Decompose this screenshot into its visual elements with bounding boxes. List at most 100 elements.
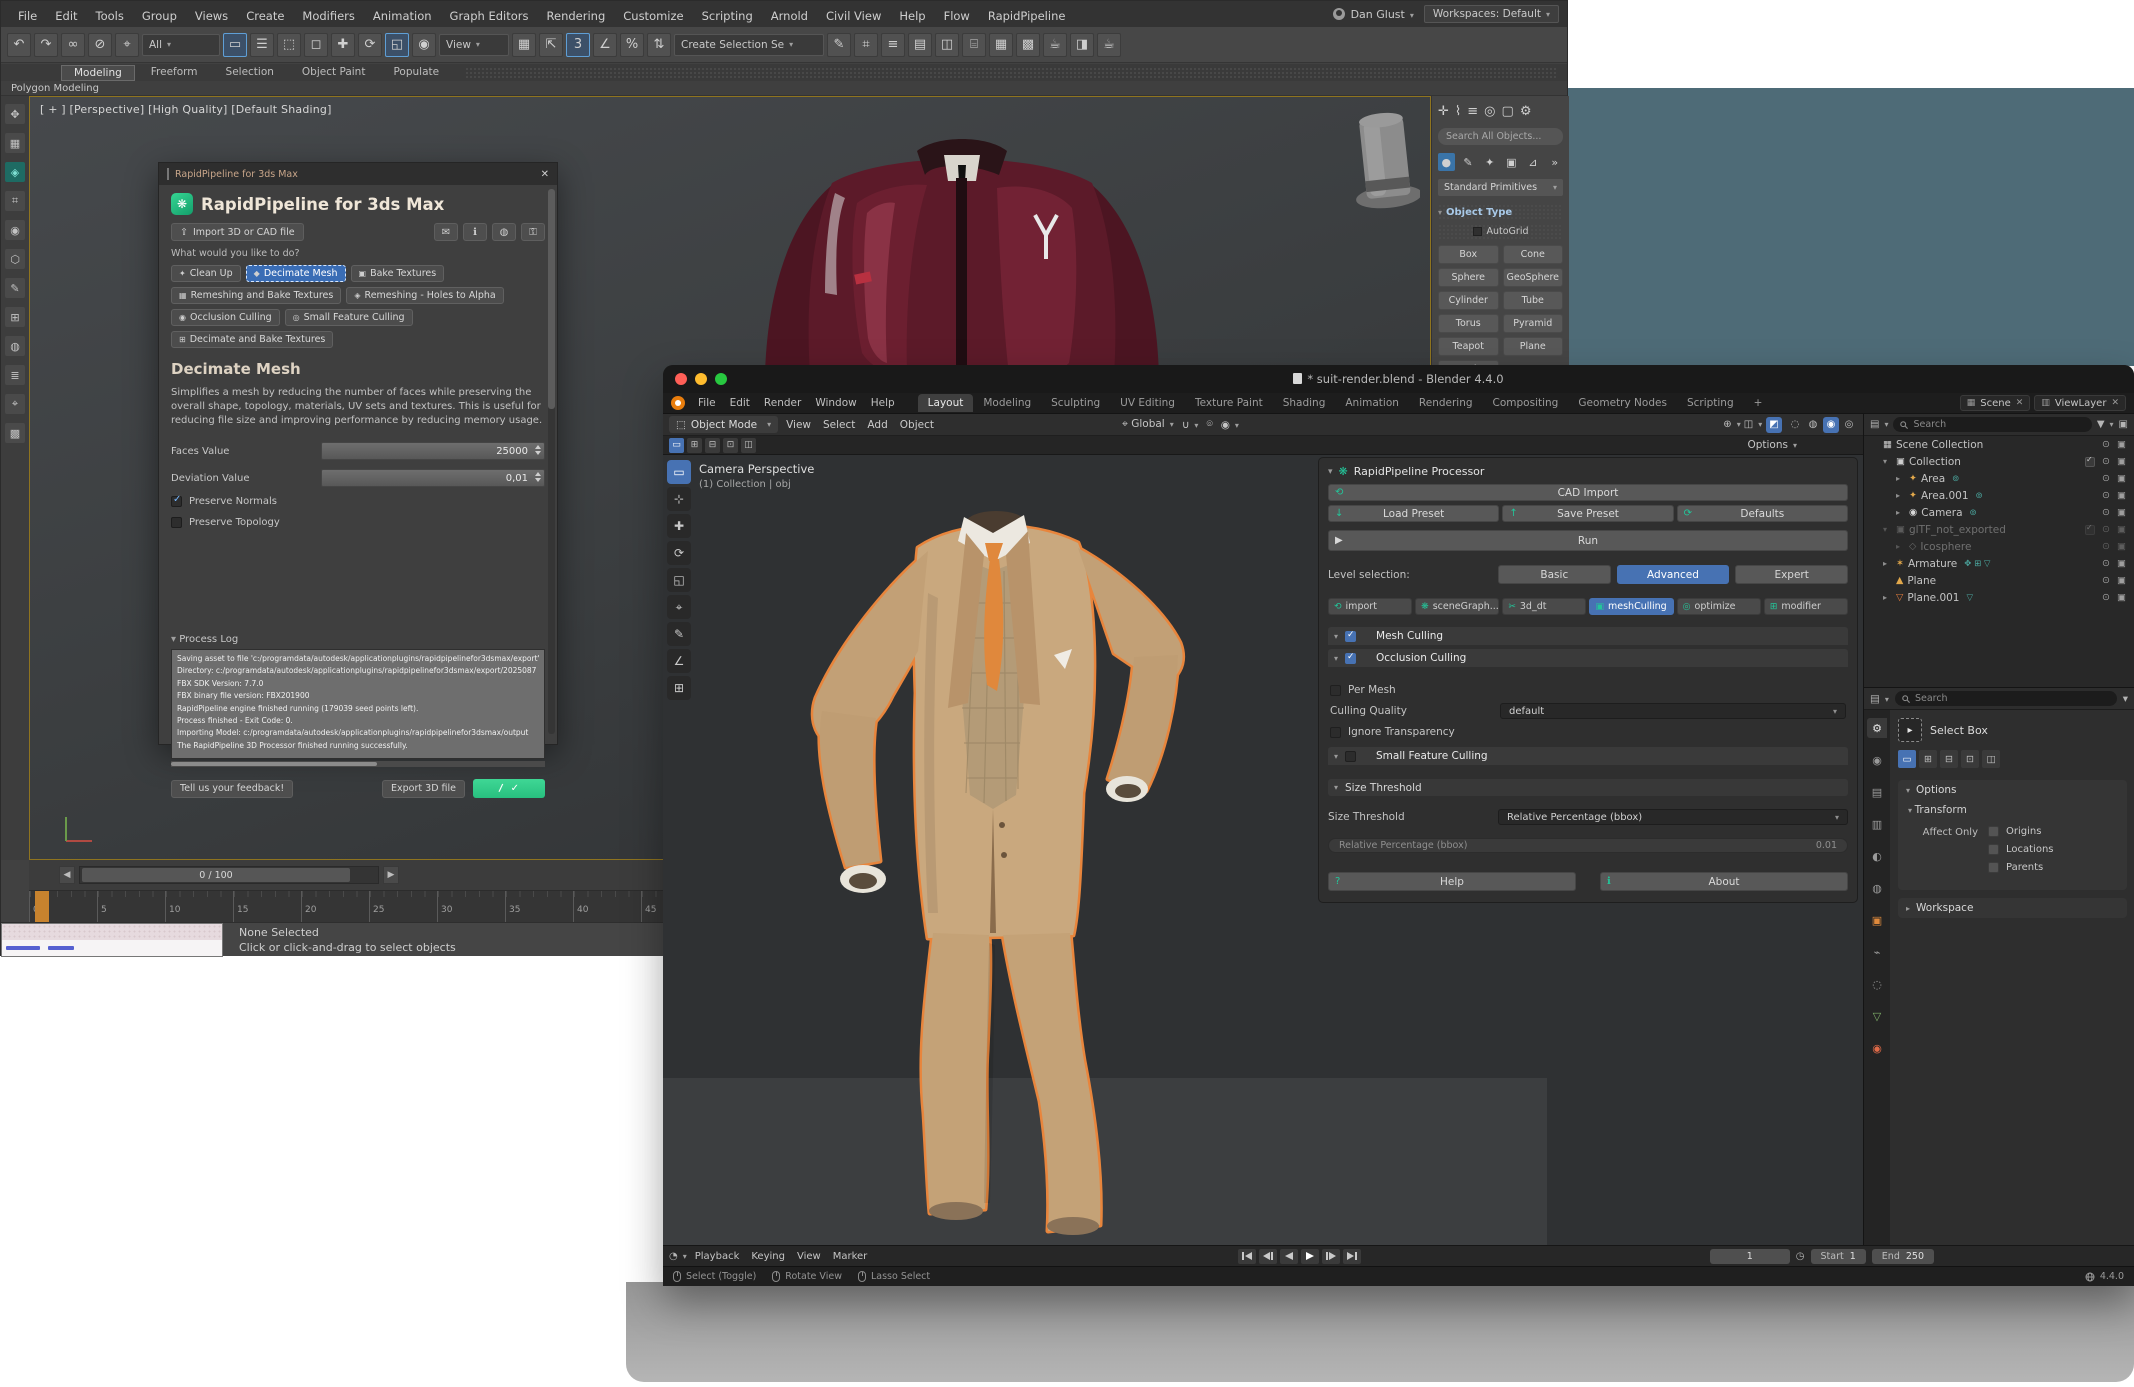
outliner-camera[interactable]: ▸ ◉ Camera ⊚ — [1864, 504, 2134, 521]
rectangular-selection-region-icon[interactable]: ⬚ — [277, 33, 301, 57]
load-preset-button[interactable]: ↓Load Preset — [1328, 505, 1499, 522]
hide-eye-icon[interactable] — [2102, 439, 2110, 450]
mode-subtract[interactable]: ⊟ — [1940, 750, 1958, 768]
info-icon[interactable]: ℹ — [463, 223, 487, 241]
disable-render-icon[interactable] — [2117, 439, 2126, 450]
outliner-icosphere[interactable]: ▸ ◇ Icosphere — [1864, 538, 2134, 555]
hide-eye-icon[interactable] — [2102, 592, 2110, 603]
select-box-tool-icon[interactable]: ▸ — [1898, 718, 1922, 742]
start-frame-field[interactable]: Start1 — [1811, 1249, 1866, 1264]
preserve-checkbox[interactable]: Preserve Normals — [171, 496, 545, 507]
properties-tab-material[interactable]: ◉ — [1867, 1038, 1887, 1058]
select-and-scale-icon[interactable]: ◱ — [385, 33, 409, 57]
blender-menu-item[interactable]: Edit — [723, 397, 757, 409]
enable-section-row[interactable]: ▾ Mesh Culling — [1328, 627, 1848, 645]
properties-search[interactable]: Search — [1895, 691, 2117, 706]
current-frame-marker[interactable] — [35, 891, 49, 922]
disable-render-icon[interactable] — [2117, 524, 2126, 535]
properties-tab-data[interactable]: ▽ — [1867, 1006, 1887, 1026]
workspaces-combo[interactable]: Workspaces: Default — [1424, 5, 1559, 23]
hide-eye-icon[interactable] — [2102, 456, 2110, 467]
redo-icon[interactable]: ↷ — [34, 33, 58, 57]
hide-eye-icon[interactable] — [2102, 507, 2110, 518]
action-chip[interactable]: ◈Remeshing - Holes to Alpha — [346, 287, 503, 304]
display-tab-icon[interactable]: ▢ — [1502, 104, 1514, 119]
log-horizontal-scrollbar[interactable] — [171, 761, 545, 767]
exclude-checkbox[interactable] — [2085, 525, 2095, 535]
timeline-menu-item[interactable]: View — [791, 1251, 827, 1262]
max-menu-item[interactable]: File — [9, 9, 46, 23]
outliner-plane-001[interactable]: ▸ ▽ Plane.001 ▽ — [1864, 589, 2134, 606]
texture-icon[interactable]: ▩ — [5, 423, 25, 443]
outliner-scene-collection[interactable]: ▦ Scene Collection — [1864, 436, 2134, 453]
previous-keyframe-button[interactable] — [1259, 1249, 1277, 1264]
cameras-category-icon[interactable]: ▣ — [1503, 153, 1520, 171]
affect-checkbox[interactable]: Locations — [1988, 844, 2054, 855]
timeline-menu-item[interactable]: Keying — [745, 1251, 791, 1262]
action-chip[interactable]: ◎Small Feature Culling — [285, 309, 413, 326]
viewport-menu-item[interactable]: Add — [861, 419, 893, 431]
hierarchy-tab-icon[interactable]: ≡ — [1467, 104, 1478, 119]
disable-render-icon[interactable] — [2117, 541, 2126, 552]
properties-tab-output[interactable]: ▤ — [1867, 782, 1887, 802]
create-selection-set-combo[interactable]: Create Selection Se — [674, 34, 824, 56]
workspace-tab[interactable]: Geometry Nodes — [1568, 394, 1677, 412]
spinner-snap-icon[interactable]: ⇅ — [647, 33, 671, 57]
config-tab[interactable]: ◎optimize — [1677, 598, 1761, 615]
select-and-rotate-icon[interactable]: ⟳ — [358, 33, 382, 57]
config-tab[interactable]: ▣meshCulling — [1589, 598, 1673, 615]
ribbon-tab[interactable]: Populate — [381, 65, 451, 81]
primitive-button[interactable]: Cylinder — [1438, 291, 1499, 310]
level-button[interactable]: Advanced — [1617, 565, 1730, 584]
current-frame-field[interactable]: 1 — [1710, 1249, 1790, 1264]
max-menu-item[interactable]: Create — [237, 9, 293, 23]
primitive-button[interactable]: Sphere — [1438, 268, 1499, 287]
align-icon[interactable]: ≡ — [881, 33, 905, 57]
dialog-scrollbar[interactable] — [548, 189, 555, 734]
mode-intersect[interactable]: ◫ — [1982, 750, 2000, 768]
select-extend-icon[interactable]: ⊞ — [687, 438, 702, 453]
level-button[interactable]: Expert — [1735, 565, 1848, 584]
blender-viewport[interactable]: ▭⊹✚⟳◱⌖✎∠⊞ Camera Perspective (1) Collect… — [663, 455, 1863, 1245]
pivot-icon[interactable]: ⌖ — [5, 394, 25, 414]
viewport-label[interactable]: [ + ] [Perspective] [High Quality] [Defa… — [40, 103, 332, 116]
primitive-button[interactable]: Tube — [1503, 291, 1564, 310]
command-panel-search[interactable]: Search All Objects... — [1438, 128, 1563, 145]
action-chip[interactable]: ◆Decimate Mesh — [246, 265, 346, 282]
gizmo-dropdown[interactable]: ⊕ — [1724, 417, 1740, 433]
object-type-rollout[interactable]: ▾Object Type — [1438, 204, 1563, 220]
properties-tab-render[interactable]: ◉ — [1867, 750, 1887, 770]
select-subtract-icon[interactable]: ⊟ — [705, 438, 720, 453]
frame-back-button[interactable]: ◀ — [59, 866, 75, 884]
edit-named-selection-sets-icon[interactable]: ✎ — [827, 33, 851, 57]
hide-eye-icon[interactable] — [2102, 575, 2110, 586]
ribbon-tab[interactable]: Modeling — [61, 65, 135, 81]
workspace-tab[interactable]: + — [1744, 394, 1773, 412]
overlays-dropdown[interactable]: ◫ — [1745, 417, 1761, 433]
ribbon-tab[interactable]: Object Paint — [290, 65, 378, 81]
tool-scale[interactable]: ◱ — [667, 568, 691, 592]
editor-type-icon[interactable]: ▤ — [1870, 693, 1889, 705]
primitive-button[interactable]: Box — [1438, 245, 1499, 264]
snap-dropdown[interactable]: ∪ — [1182, 419, 1199, 431]
size-threshold-header[interactable]: ▾Size Threshold — [1328, 779, 1848, 796]
maxscript-mini-listener[interactable] — [1, 923, 223, 957]
viewport-menu-item[interactable]: Select — [817, 419, 861, 431]
hide-eye-icon[interactable] — [2102, 541, 2110, 552]
select-object-icon[interactable]: ▭ — [223, 33, 247, 57]
max-menu-item[interactable]: Scripting — [693, 9, 762, 23]
window-crossing-icon[interactable]: ◻ — [304, 33, 328, 57]
listener-script-row[interactable] — [2, 940, 222, 956]
mode-extend[interactable]: ⊞ — [1919, 750, 1937, 768]
workspace-tab[interactable]: Scripting — [1677, 394, 1744, 412]
filter-icon[interactable]: ▼ — [2097, 419, 2114, 430]
action-chip[interactable]: ✦Clean Up — [171, 265, 241, 282]
motion-tab-icon[interactable]: ◎ — [1484, 104, 1495, 119]
selection-filter-combo[interactable]: All — [142, 34, 220, 56]
workspace-tab[interactable]: UV Editing — [1110, 394, 1185, 412]
options-dropdown[interactable]: Options — [1747, 439, 1797, 451]
ribbon-tab[interactable]: Selection — [214, 65, 286, 81]
viewport-menu-item[interactable]: Object — [894, 419, 940, 431]
listener-macro-row[interactable] — [2, 924, 222, 940]
workspace-tab[interactable]: Shading — [1273, 394, 1336, 412]
